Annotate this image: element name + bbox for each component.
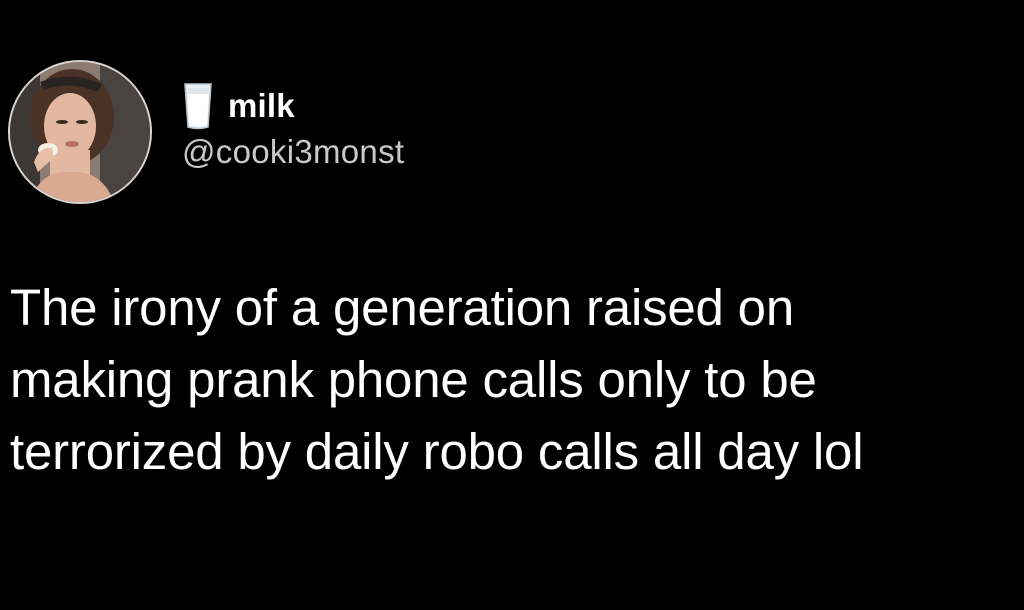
tweet-text-line: The irony of a generation raised on [10, 279, 794, 336]
avatar[interactable] [8, 60, 152, 204]
tweet-header: milk @cooki3monst [8, 58, 404, 206]
milk-glass-icon [182, 82, 214, 130]
tweet-text-line: terrorized by daily robo calls all day l… [10, 423, 864, 480]
author-name-row[interactable]: milk [182, 81, 404, 131]
author-handle[interactable]: @cooki3monst [182, 135, 404, 168]
tweet-text-line: making prank phone calls only to be [10, 351, 817, 408]
author-identity: milk @cooki3monst [182, 81, 404, 168]
tweet-card: milk @cooki3monst The irony of a generat… [0, 0, 1024, 610]
tweet-text: The irony of a generation raised on maki… [10, 272, 1010, 488]
author-display-name[interactable]: milk [228, 89, 295, 122]
avatar-photo-icon [10, 62, 150, 202]
